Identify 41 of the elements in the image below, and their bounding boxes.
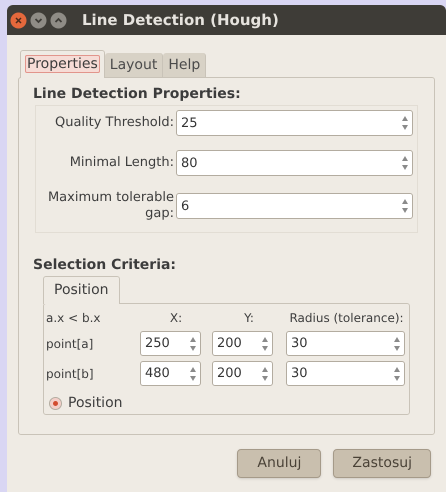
spin-field[interactable]: 250 — [140, 331, 201, 356]
field-label: Quality Threshold: — [54, 115, 175, 131]
row-label: point[b] — [46, 366, 95, 382]
field-label: Maximum tolerable gap: — [46, 190, 175, 222]
spin-field[interactable]: 30 — [286, 361, 405, 386]
stepper-icon[interactable] — [261, 336, 269, 352]
row-label: point[a] — [46, 336, 94, 352]
column-header: Y: — [243, 310, 255, 326]
stepper-icon[interactable] — [401, 115, 409, 131]
tab[interactable]: Position — [43, 276, 120, 304]
tab[interactable]: Help — [163, 53, 206, 77]
spin-field[interactable]: 25 — [176, 110, 413, 136]
spin-field[interactable]: 6 — [176, 193, 413, 219]
field-label: Minimal Length: — [68, 155, 175, 171]
stepper-icon[interactable] — [401, 198, 409, 214]
column-header: X: — [168, 310, 184, 326]
spin-field[interactable]: 200 — [212, 361, 273, 386]
spin-field[interactable]: 30 — [286, 331, 405, 356]
column-header: Radius (tolerance): — [288, 310, 405, 326]
minimize-icon[interactable] — [30, 12, 47, 28]
spin-field[interactable]: 80 — [176, 150, 413, 176]
spin-field[interactable]: 480 — [140, 361, 201, 386]
close-icon[interactable] — [10, 12, 27, 28]
stepper-icon[interactable] — [189, 366, 197, 382]
column-header: a.x < b.x — [46, 310, 102, 326]
stepper-icon[interactable] — [261, 366, 269, 382]
window-title: Line Detection (Hough) — [82, 10, 279, 31]
section-title: Line Detection Properties: — [33, 85, 242, 104]
maximize-icon[interactable] — [50, 12, 67, 28]
section-title: Selection Criteria: — [33, 256, 178, 275]
stepper-icon[interactable] — [393, 366, 401, 382]
radio-button[interactable] — [49, 397, 62, 410]
stepper-icon[interactable] — [189, 336, 197, 352]
tab[interactable]: Properties — [20, 50, 105, 78]
radio-option[interactable]: Position — [49, 393, 123, 414]
stepper-icon[interactable] — [401, 155, 409, 171]
tab[interactable]: Layout — [104, 53, 164, 77]
stepper-icon[interactable] — [393, 336, 401, 352]
dialog-button[interactable]: Anuluj — [237, 449, 322, 478]
spin-field[interactable]: 200 — [212, 331, 273, 356]
dialog-button[interactable]: Zastosuj — [333, 449, 431, 478]
